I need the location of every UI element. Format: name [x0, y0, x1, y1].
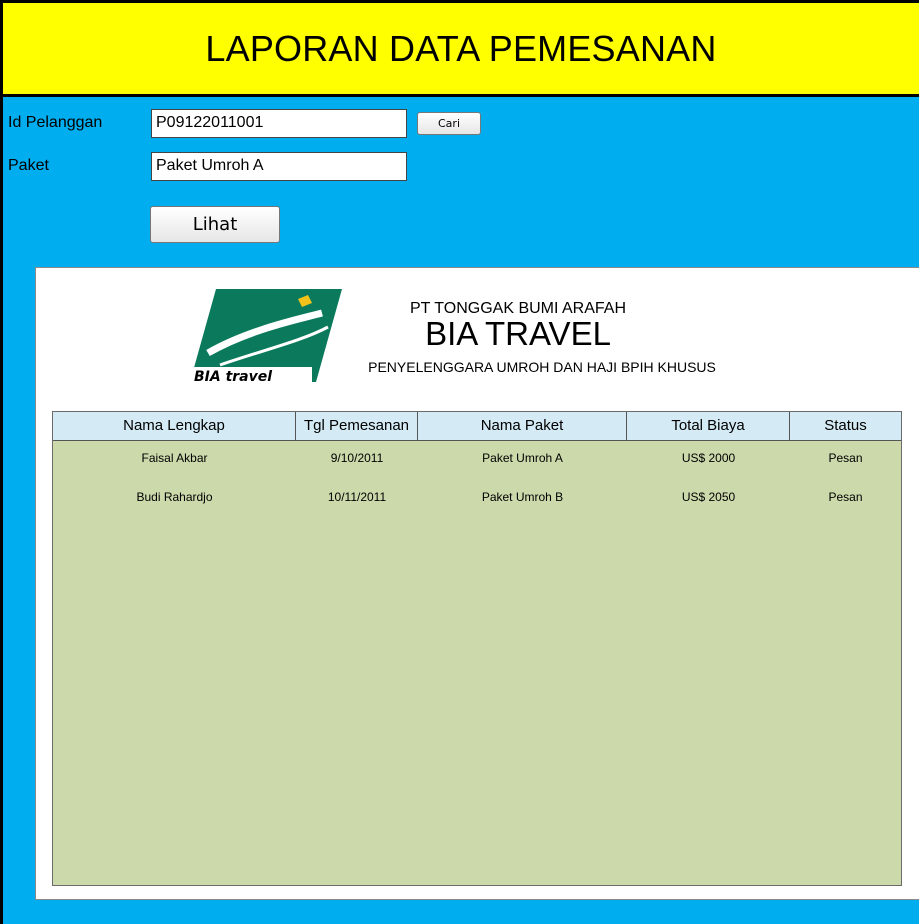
cell-nama: Budi Rahardjo: [136, 490, 213, 504]
cell-tanggal: 9/10/2011: [330, 451, 384, 465]
table-row[interactable]: Budi Rahardjo 10/11/2011 Paket Umroh B U…: [53, 487, 901, 507]
col-nama-paket: Nama Paket: [418, 412, 627, 440]
cell-biaya: US$ 2000: [681, 451, 736, 465]
title-bar: LAPORAN DATA PEMESANAN: [0, 0, 919, 97]
col-status: Status: [824, 417, 867, 434]
col-tgl-pemesanan: Tgl Pemesanan: [296, 412, 418, 440]
search-button[interactable]: Cari: [417, 112, 481, 135]
tagline: PENYELENGGARA UMROH DAN HAJI BPIH KHUSUS: [368, 359, 716, 375]
orders-table: Nama Lengkap Tgl Pemesanan Nama Paket To…: [52, 411, 902, 886]
paket-input[interactable]: Paket Umroh A: [151, 152, 407, 181]
col-nama-lengkap: Nama Lengkap: [53, 412, 296, 440]
table-row[interactable]: Faisal Akbar 9/10/2011 Paket Umroh A US$…: [53, 448, 901, 468]
cell-paket: Paket Umroh B: [481, 490, 564, 504]
paket-label: Paket: [8, 157, 49, 174]
cell-nama: Faisal Akbar: [141, 451, 208, 465]
id-pelanggan-input[interactable]: P09122011001: [151, 109, 407, 138]
brand-name: BIA TRAVEL: [425, 315, 611, 352]
svg-text:BIA travel: BIA travel: [194, 369, 272, 382]
view-button[interactable]: Lihat: [150, 206, 280, 243]
id-pelanggan-label: Id Pelanggan: [8, 114, 103, 131]
page-title: LAPORAN DATA PEMESANAN: [205, 27, 717, 69]
col-total-biaya: Total Biaya: [627, 412, 790, 440]
cell-paket: Paket Umroh A: [482, 451, 563, 465]
cell-status: Pesan: [828, 490, 863, 504]
report-panel: BIA travel PT TONGGAK BUMI ARAFAH BIA TR…: [35, 267, 919, 900]
cell-biaya: US$ 2050: [681, 490, 736, 504]
bia-travel-logo: BIA travel: [190, 289, 342, 382]
report-window: LAPORAN DATA PEMESANAN Id Pelanggan P091…: [0, 0, 919, 924]
table-header: Nama Lengkap Tgl Pemesanan Nama Paket To…: [53, 412, 901, 441]
cell-tanggal: 10/11/2011: [327, 490, 387, 504]
cell-status: Pesan: [828, 451, 863, 465]
window-border: [0, 0, 3, 924]
